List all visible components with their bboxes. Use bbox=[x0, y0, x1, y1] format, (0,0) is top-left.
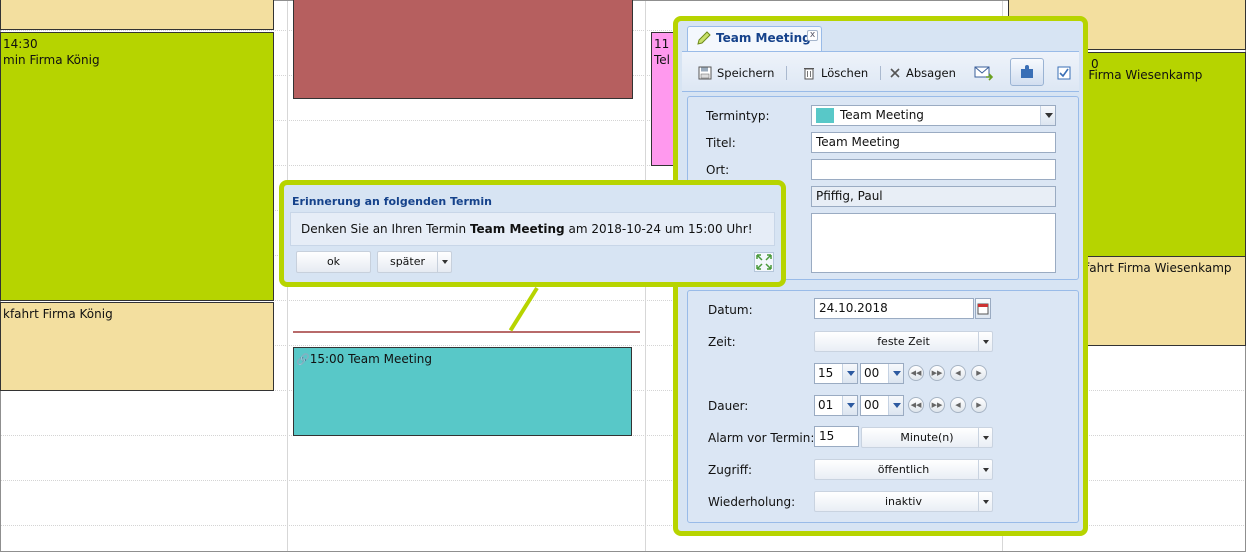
event-green-left[interactable]: 14:30 min Firma König bbox=[0, 32, 274, 301]
step-back-icon[interactable]: ◀ bbox=[950, 397, 966, 413]
reminder-message: Denken Sie an Ihren Termin Team Meeting … bbox=[290, 212, 775, 246]
step-forward-icon[interactable]: ▶ bbox=[971, 365, 987, 381]
place-input[interactable] bbox=[811, 159, 1056, 180]
event-yellow-left[interactable]: kfahrt Firma König bbox=[0, 302, 274, 391]
event-time: 14:30 bbox=[3, 37, 38, 51]
event-title: kfahrt Firma König bbox=[3, 307, 113, 321]
event-title: n Firma Wiesenkamp bbox=[1077, 68, 1203, 82]
mail-arrow-icon bbox=[974, 66, 994, 81]
reminder-title: Erinnerung an folgenden Termin bbox=[292, 195, 492, 208]
checkbox-icon bbox=[1057, 66, 1071, 80]
close-icon[interactable]: x bbox=[807, 30, 818, 41]
alarm-input[interactable]: 15 bbox=[814, 426, 859, 447]
chevron-down-icon[interactable] bbox=[1040, 106, 1055, 125]
alarm-unit-select[interactable]: Minute(n) bbox=[861, 427, 993, 448]
rewind-fast-icon[interactable]: ◀◀ bbox=[908, 365, 924, 381]
title-input[interactable]: Team Meeting bbox=[811, 132, 1056, 153]
scheduling-details: Datum: 24.10.2018 Zeit: feste Zeit 15 00… bbox=[687, 290, 1079, 523]
delete-button[interactable]: Löschen bbox=[802, 63, 868, 83]
calendar-picker-icon[interactable] bbox=[975, 298, 991, 319]
rewind-fast-icon[interactable]: ◀◀ bbox=[908, 397, 924, 413]
step-back-icon[interactable]: ◀ bbox=[950, 365, 966, 381]
repeat-select[interactable]: inaktiv bbox=[814, 491, 993, 512]
date-input[interactable]: 24.10.2018 bbox=[814, 298, 974, 319]
access-label: Zugriff: bbox=[708, 463, 753, 477]
duration-hours-spinner[interactable]: 01 bbox=[814, 395, 858, 416]
type-select[interactable]: Team Meeting bbox=[811, 105, 1056, 126]
owner-field: Pfiffig, Paul bbox=[811, 186, 1056, 207]
event-red[interactable] bbox=[293, 0, 633, 99]
notes-textarea[interactable] bbox=[811, 213, 1056, 273]
duration-minutes-spinner[interactable]: 00 bbox=[860, 395, 904, 416]
type-label: Termintyp: bbox=[706, 109, 770, 123]
plugin-button[interactable] bbox=[1010, 58, 1044, 86]
alarm-label: Alarm vor Termin: bbox=[708, 431, 815, 445]
event-title: min Firma König bbox=[3, 53, 100, 67]
chevron-down-icon[interactable] bbox=[437, 252, 451, 272]
save-button[interactable]: Speichern bbox=[698, 63, 774, 83]
time-mode-select[interactable]: feste Zeit bbox=[814, 331, 993, 352]
event-title: fahrt Firma Wiesenkamp bbox=[1085, 261, 1232, 275]
cancel-appointment-button[interactable]: Absagen bbox=[889, 63, 956, 83]
later-button[interactable]: später bbox=[377, 251, 452, 273]
trash-icon bbox=[804, 68, 814, 80]
forward-fast-icon[interactable]: ▶▶ bbox=[929, 365, 945, 381]
link-icon: 🔗 bbox=[296, 353, 310, 366]
current-time-line bbox=[293, 331, 640, 333]
step-forward-icon[interactable]: ▶ bbox=[971, 397, 987, 413]
duration-label: Dauer: bbox=[708, 399, 749, 413]
type-color-swatch bbox=[816, 108, 834, 123]
tab-label: Team Meeting bbox=[716, 31, 811, 45]
place-label: Ort: bbox=[706, 163, 730, 177]
editor-toolbar: Speichern Löschen Absagen bbox=[682, 52, 1079, 92]
ok-button[interactable]: ok bbox=[296, 251, 371, 273]
reminder-popup: Erinnerung an folgenden Termin Denken Si… bbox=[279, 180, 786, 287]
hour-spinner[interactable]: 15 bbox=[814, 363, 858, 384]
date-label: Datum: bbox=[708, 303, 753, 317]
event-title: 🔗15:00 Team Meeting bbox=[296, 352, 433, 366]
confirm-button[interactable] bbox=[1057, 63, 1071, 83]
time-label: Zeit: bbox=[708, 335, 736, 349]
puzzle-icon bbox=[1021, 65, 1033, 78]
forward-fast-icon[interactable]: ▶▶ bbox=[929, 397, 945, 413]
floppy-icon bbox=[698, 66, 712, 80]
event-teal[interactable]: 🔗15:00 Team Meeting bbox=[293, 347, 632, 436]
repeat-label: Wiederholung: bbox=[708, 495, 796, 509]
expand-icon[interactable] bbox=[754, 252, 774, 272]
x-icon bbox=[890, 68, 900, 78]
send-mail-button[interactable] bbox=[974, 63, 994, 83]
minute-spinner[interactable]: 00 bbox=[860, 363, 904, 384]
reminder-connector bbox=[508, 286, 539, 332]
title-label: Titel: bbox=[706, 136, 736, 150]
tab-team-meeting[interactable]: Team Meeting x bbox=[687, 26, 822, 51]
event-top-left[interactable] bbox=[0, 0, 274, 30]
access-select[interactable]: öffentlich bbox=[814, 459, 993, 480]
